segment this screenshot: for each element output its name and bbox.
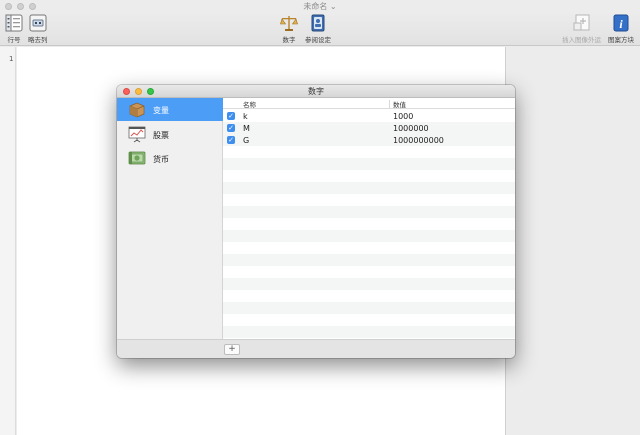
- variables-table: 名称 数值 ✓ k 1000 ✓ M 1000000 ✓ G 100000000…: [223, 98, 515, 339]
- references-label: 参阅设定: [305, 36, 331, 44]
- row-value[interactable]: 1000000000: [393, 136, 444, 145]
- column-header-name[interactable]: 名称: [243, 99, 256, 109]
- add-variable-button[interactable]: +: [224, 344, 240, 355]
- line-number: 1: [9, 55, 14, 63]
- empty-row: [223, 182, 515, 194]
- column-header-value[interactable]: 数值: [393, 99, 406, 109]
- empty-row: [223, 326, 515, 338]
- info-icon: i: [613, 14, 629, 32]
- info-button[interactable]: i 图案方块: [608, 14, 634, 44]
- insert-image-icon: [573, 14, 589, 31]
- window-titlebar: 未命名 ⌄: [0, 0, 640, 12]
- line-number-gutter: [0, 47, 16, 435]
- table-row[interactable]: ✓ M 1000000: [223, 122, 515, 134]
- sidebar-item-variables[interactable]: 变量: [117, 98, 223, 121]
- row-enabled-checkbox[interactable]: ✓: [227, 136, 235, 144]
- insert-image-label: 插入图像外运: [562, 36, 601, 44]
- dialog-bottom-bar: +: [117, 339, 515, 358]
- info-label: 图案方块: [608, 36, 634, 44]
- line-numbers-label: 行号: [7, 36, 21, 44]
- invisibles-button[interactable]: 略去列: [28, 14, 48, 44]
- row-name[interactable]: G: [243, 136, 249, 145]
- row-enabled-checkbox[interactable]: ✓: [227, 124, 235, 132]
- dialog-title: 数字: [308, 87, 324, 96]
- empty-row: [223, 158, 515, 170]
- empty-row: [223, 206, 515, 218]
- numbers-label: 数字: [282, 36, 296, 44]
- empty-row: [223, 278, 515, 290]
- table-row[interactable]: ✓ k 1000: [223, 110, 515, 122]
- invisibles-label: 略去列: [28, 36, 48, 44]
- sidebar-item-label: 货币: [153, 155, 169, 164]
- stock-chart-icon: [128, 126, 146, 143]
- sidebar-item-stocks[interactable]: 股票: [117, 123, 223, 146]
- numbers-button[interactable]: 数字: [280, 14, 298, 44]
- table-header: 名称 数值: [223, 98, 515, 109]
- currency-bills-icon: [128, 151, 146, 165]
- document-title[interactable]: 未命名 ⌄: [0, 1, 640, 12]
- references-button[interactable]: 参阅设定: [305, 14, 331, 44]
- numbers-dialog: 数字 变量 股票 货币 名称 数值 ✓ k 1000 ✓ M 1000000 ✓…: [117, 85, 515, 358]
- line-numbers-button[interactable]: 行号: [5, 14, 23, 44]
- insert-image-button[interactable]: 插入图像外运: [562, 14, 601, 44]
- row-name[interactable]: k: [243, 112, 248, 121]
- row-enabled-checkbox[interactable]: ✓: [227, 112, 235, 120]
- row-value[interactable]: 1000: [393, 112, 413, 121]
- dialog-titlebar: 数字: [117, 85, 515, 98]
- empty-row: [223, 254, 515, 266]
- column-separator[interactable]: [389, 100, 390, 108]
- variable-box-icon: [129, 102, 145, 118]
- invisibles-icon: [29, 14, 47, 32]
- sidebar-item-label: 股票: [153, 131, 169, 140]
- dialog-sidebar: 变量 股票 货币: [117, 98, 223, 339]
- table-row[interactable]: ✓ G 1000000000: [223, 134, 515, 146]
- sidebar-item-currency[interactable]: 货币: [117, 147, 223, 170]
- empty-row: [223, 302, 515, 314]
- right-side-panel: [505, 47, 640, 435]
- sidebar-item-label: 变量: [153, 106, 169, 115]
- toolbar: 行号 略去列 数字 参阅设定 插入图像外运 i 图案方块: [0, 12, 640, 46]
- line-numbers-icon: [5, 14, 23, 32]
- row-name[interactable]: M: [243, 124, 250, 133]
- address-book-icon: [311, 14, 325, 32]
- empty-row: [223, 230, 515, 242]
- scale-icon: [280, 16, 298, 31]
- row-value[interactable]: 1000000: [393, 124, 429, 133]
